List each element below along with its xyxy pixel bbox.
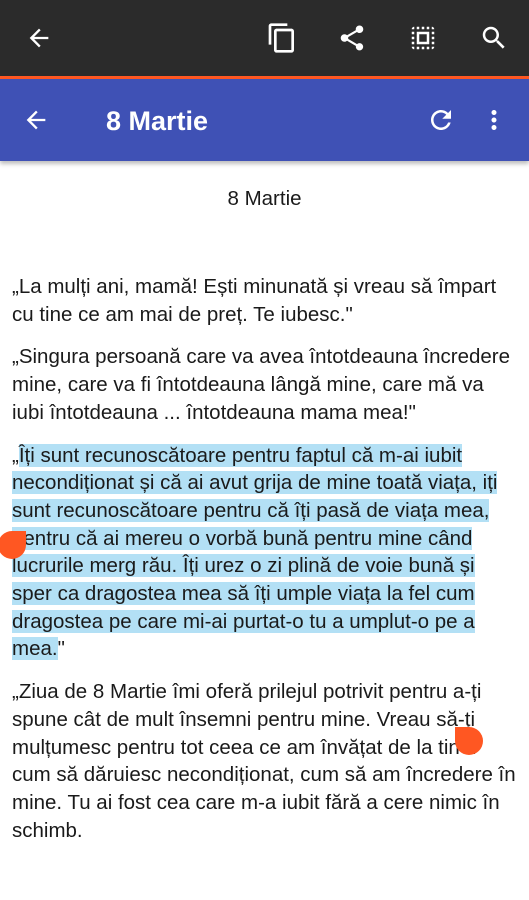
paragraph-3-lead: „ bbox=[12, 443, 19, 467]
select-all-icon bbox=[411, 26, 435, 50]
refresh-button[interactable] bbox=[417, 96, 465, 144]
copy-button[interactable] bbox=[258, 14, 306, 62]
message-paragraph-3[interactable]: „Îți sunt recunoscătoare pentru faptul c… bbox=[12, 442, 517, 664]
selection-end-handle[interactable] bbox=[455, 727, 483, 755]
arrow-back-icon bbox=[26, 110, 46, 130]
arrow-back-icon bbox=[29, 28, 49, 48]
select-all-button[interactable] bbox=[399, 14, 447, 62]
message-paragraph-2[interactable]: „Singura persoană care va avea întotdeau… bbox=[12, 343, 517, 426]
action-mode-bar bbox=[0, 0, 529, 79]
message-paragraph-4[interactable]: „Ziua de 8 Martie îmi oferă prilejul pot… bbox=[12, 678, 517, 844]
content-title: 8 Martie bbox=[227, 187, 302, 210]
refresh-icon bbox=[431, 110, 451, 130]
close-selection-button[interactable] bbox=[15, 14, 63, 62]
web-search-icon bbox=[482, 26, 505, 49]
message-content[interactable]: 8 Martie „La mulți ani, mamă! Ești minun… bbox=[12, 161, 517, 900]
back-button[interactable] bbox=[12, 96, 60, 144]
overflow-menu-button[interactable] bbox=[470, 96, 518, 144]
paragraph-3-tail: " bbox=[57, 637, 65, 661]
selected-text[interactable]: Îți sunt recunoscătoare pentru faptul că… bbox=[12, 443, 498, 661]
page-title: 8 Martie bbox=[106, 106, 209, 136]
share-button[interactable] bbox=[328, 14, 376, 62]
app-bar: 8 Martie bbox=[0, 79, 529, 161]
share-icon bbox=[340, 25, 364, 51]
copy-icon bbox=[268, 23, 294, 53]
more-vert-icon bbox=[491, 110, 497, 130]
web-search-button[interactable] bbox=[470, 14, 518, 62]
message-paragraph-1[interactable]: „La mulți ani, mamă! Ești minunată și vr… bbox=[12, 273, 517, 328]
